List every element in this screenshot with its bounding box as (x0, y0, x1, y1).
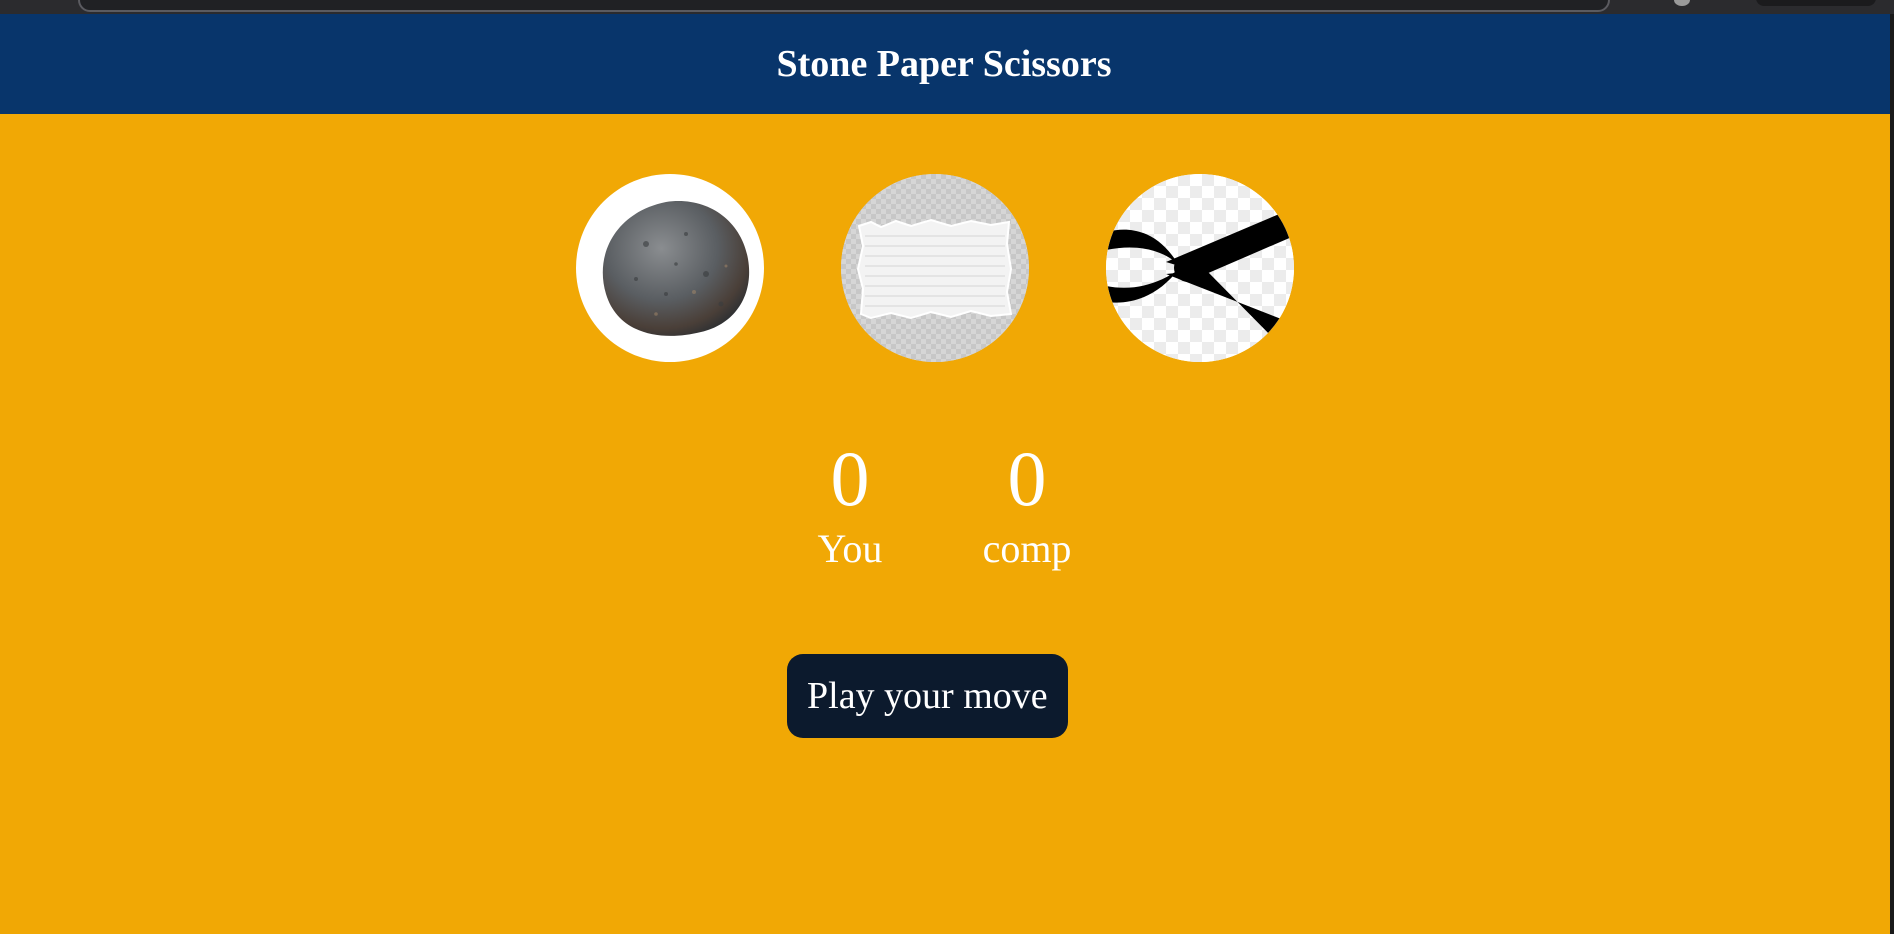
address-bar[interactable] (78, 0, 1610, 12)
game-page: Stone Paper Scissors 0 You 0 comp Play y… (0, 14, 1890, 934)
scoreboard: 0 You 0 comp (790, 434, 1090, 584)
choice-rock[interactable] (576, 174, 764, 362)
scissors-icon (1106, 174, 1294, 362)
page-title: Stone Paper Scissors (776, 43, 1112, 85)
rock-icon (602, 201, 750, 336)
window-edge (1890, 14, 1894, 934)
page-header: Stone Paper Scissors (0, 14, 1890, 114)
choice-scissors[interactable] (1106, 174, 1294, 362)
user-score-label: You (817, 526, 883, 571)
comp-score-label: comp (982, 526, 1072, 571)
comp-score-box: 0 comp (967, 434, 1087, 574)
choices-row (576, 174, 1294, 362)
status-message: Play your move (787, 654, 1068, 738)
user-score-box: 0 You (790, 434, 910, 574)
comp-score: 0 (1007, 435, 1047, 522)
browser-chrome (0, 0, 1894, 14)
profile-icon[interactable] (1674, 0, 1690, 6)
paper-icon (841, 174, 1029, 362)
extension-button[interactable] (1756, 0, 1876, 6)
user-score: 0 (830, 435, 870, 522)
choice-paper[interactable] (841, 174, 1029, 362)
